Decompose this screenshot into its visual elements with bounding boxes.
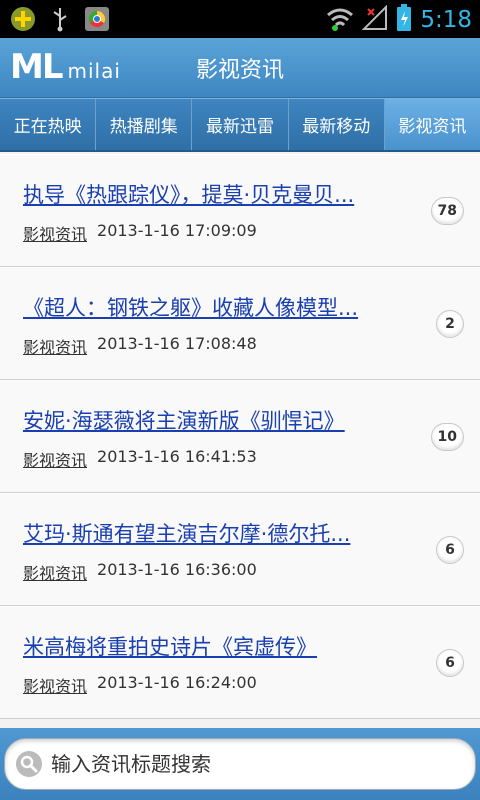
search-input[interactable]: [51, 752, 451, 776]
news-meta: 影视资讯 2013-1-16 16:36:00: [23, 560, 257, 584]
search-bar-container: [0, 728, 480, 800]
tab-latest-xunlei[interactable]: 最新迅雷: [192, 99, 289, 150]
category-tabs: 正在热映 热播剧集 最新迅雷 最新移动 影视资讯: [0, 98, 480, 152]
news-meta: 影视资讯 2013-1-16 17:08:48: [23, 334, 257, 358]
tab-hot-series[interactable]: 热播剧集: [96, 99, 193, 150]
comment-count-badge: 6: [436, 649, 464, 677]
news-title-link[interactable]: 安妮·海瑟薇将主演新版《驯悍记》: [23, 405, 407, 435]
news-timestamp: 2013-1-16 16:24:00: [97, 673, 257, 692]
news-title-link[interactable]: 《超人：钢铁之躯》收藏人像模型...: [23, 292, 407, 322]
search-box[interactable]: [4, 738, 476, 790]
news-timestamp: 2013-1-16 16:41:53: [97, 447, 257, 466]
news-timestamp: 2013-1-16 16:36:00: [97, 560, 257, 579]
list-item[interactable]: 艾玛·斯通有望主演吉尔摩·德尔托... 影视资讯 2013-1-16 16:36…: [0, 493, 480, 606]
comment-count-badge: 10: [430, 423, 464, 451]
tab-film-news[interactable]: 影视资讯: [384, 99, 480, 150]
news-title-link[interactable]: 执导《热跟踪仪》，提莫·贝克曼贝...: [23, 179, 407, 209]
news-list: 执导《热跟踪仪》，提莫·贝克曼贝... 影视资讯 2013-1-16 17:09…: [0, 154, 480, 728]
battery-icon: [396, 4, 412, 36]
list-item[interactable]: 安妮·海瑟薇将主演新版《驯悍记》 影视资讯 2013-1-16 16:41:53…: [0, 380, 480, 493]
news-title-link[interactable]: 艾玛·斯通有望主演吉尔摩·德尔托...: [23, 518, 407, 548]
app-header: ML milai 影视资讯: [0, 38, 480, 98]
list-item[interactable]: 《超人：钢铁之躯》收藏人像模型... 影视资讯 2013-1-16 17:08:…: [0, 267, 480, 380]
clock: 5:18: [420, 7, 472, 33]
news-title-link[interactable]: 米高梅将重拍史诗片《宾虚传》: [23, 631, 407, 661]
chrome-icon: [84, 6, 110, 36]
news-category[interactable]: 影视资讯: [23, 221, 87, 245]
news-meta: 影视资讯 2013-1-16 16:41:53: [23, 447, 257, 471]
comment-count-badge: 6: [436, 536, 464, 564]
news-timestamp: 2013-1-16 17:09:09: [97, 221, 257, 240]
wifi-icon: [326, 5, 354, 35]
news-meta: 影视资讯 2013-1-16 16:24:00: [23, 673, 257, 697]
comment-count-badge: 78: [430, 197, 464, 225]
status-bar: 5:18: [0, 0, 480, 38]
news-category[interactable]: 影视资讯: [23, 447, 87, 471]
tab-latest-mobile[interactable]: 最新移动: [288, 99, 385, 150]
news-category[interactable]: 影视资讯: [23, 673, 87, 697]
usb-icon: [50, 6, 70, 36]
list-item[interactable]: 执导《热跟踪仪》，提莫·贝克曼贝... 影视资讯 2013-1-16 17:09…: [0, 154, 480, 267]
tab-now-showing[interactable]: 正在热映: [0, 99, 97, 150]
app-notification-icon: [10, 6, 36, 36]
news-category[interactable]: 影视资讯: [23, 560, 87, 584]
list-item[interactable]: 米高梅将重拍史诗片《宾虚传》 影视资讯 2013-1-16 16:24:00 6: [0, 606, 480, 719]
search-icon: [15, 750, 43, 778]
page-title: 影视资讯: [195, 58, 284, 83]
comment-count-badge: 2: [436, 310, 464, 338]
news-category[interactable]: 影视资讯: [23, 334, 87, 358]
news-meta: 影视资讯 2013-1-16 17:09:09: [23, 221, 257, 245]
news-timestamp: 2013-1-16 17:08:48: [97, 334, 257, 353]
signal-icon: [361, 4, 388, 35]
